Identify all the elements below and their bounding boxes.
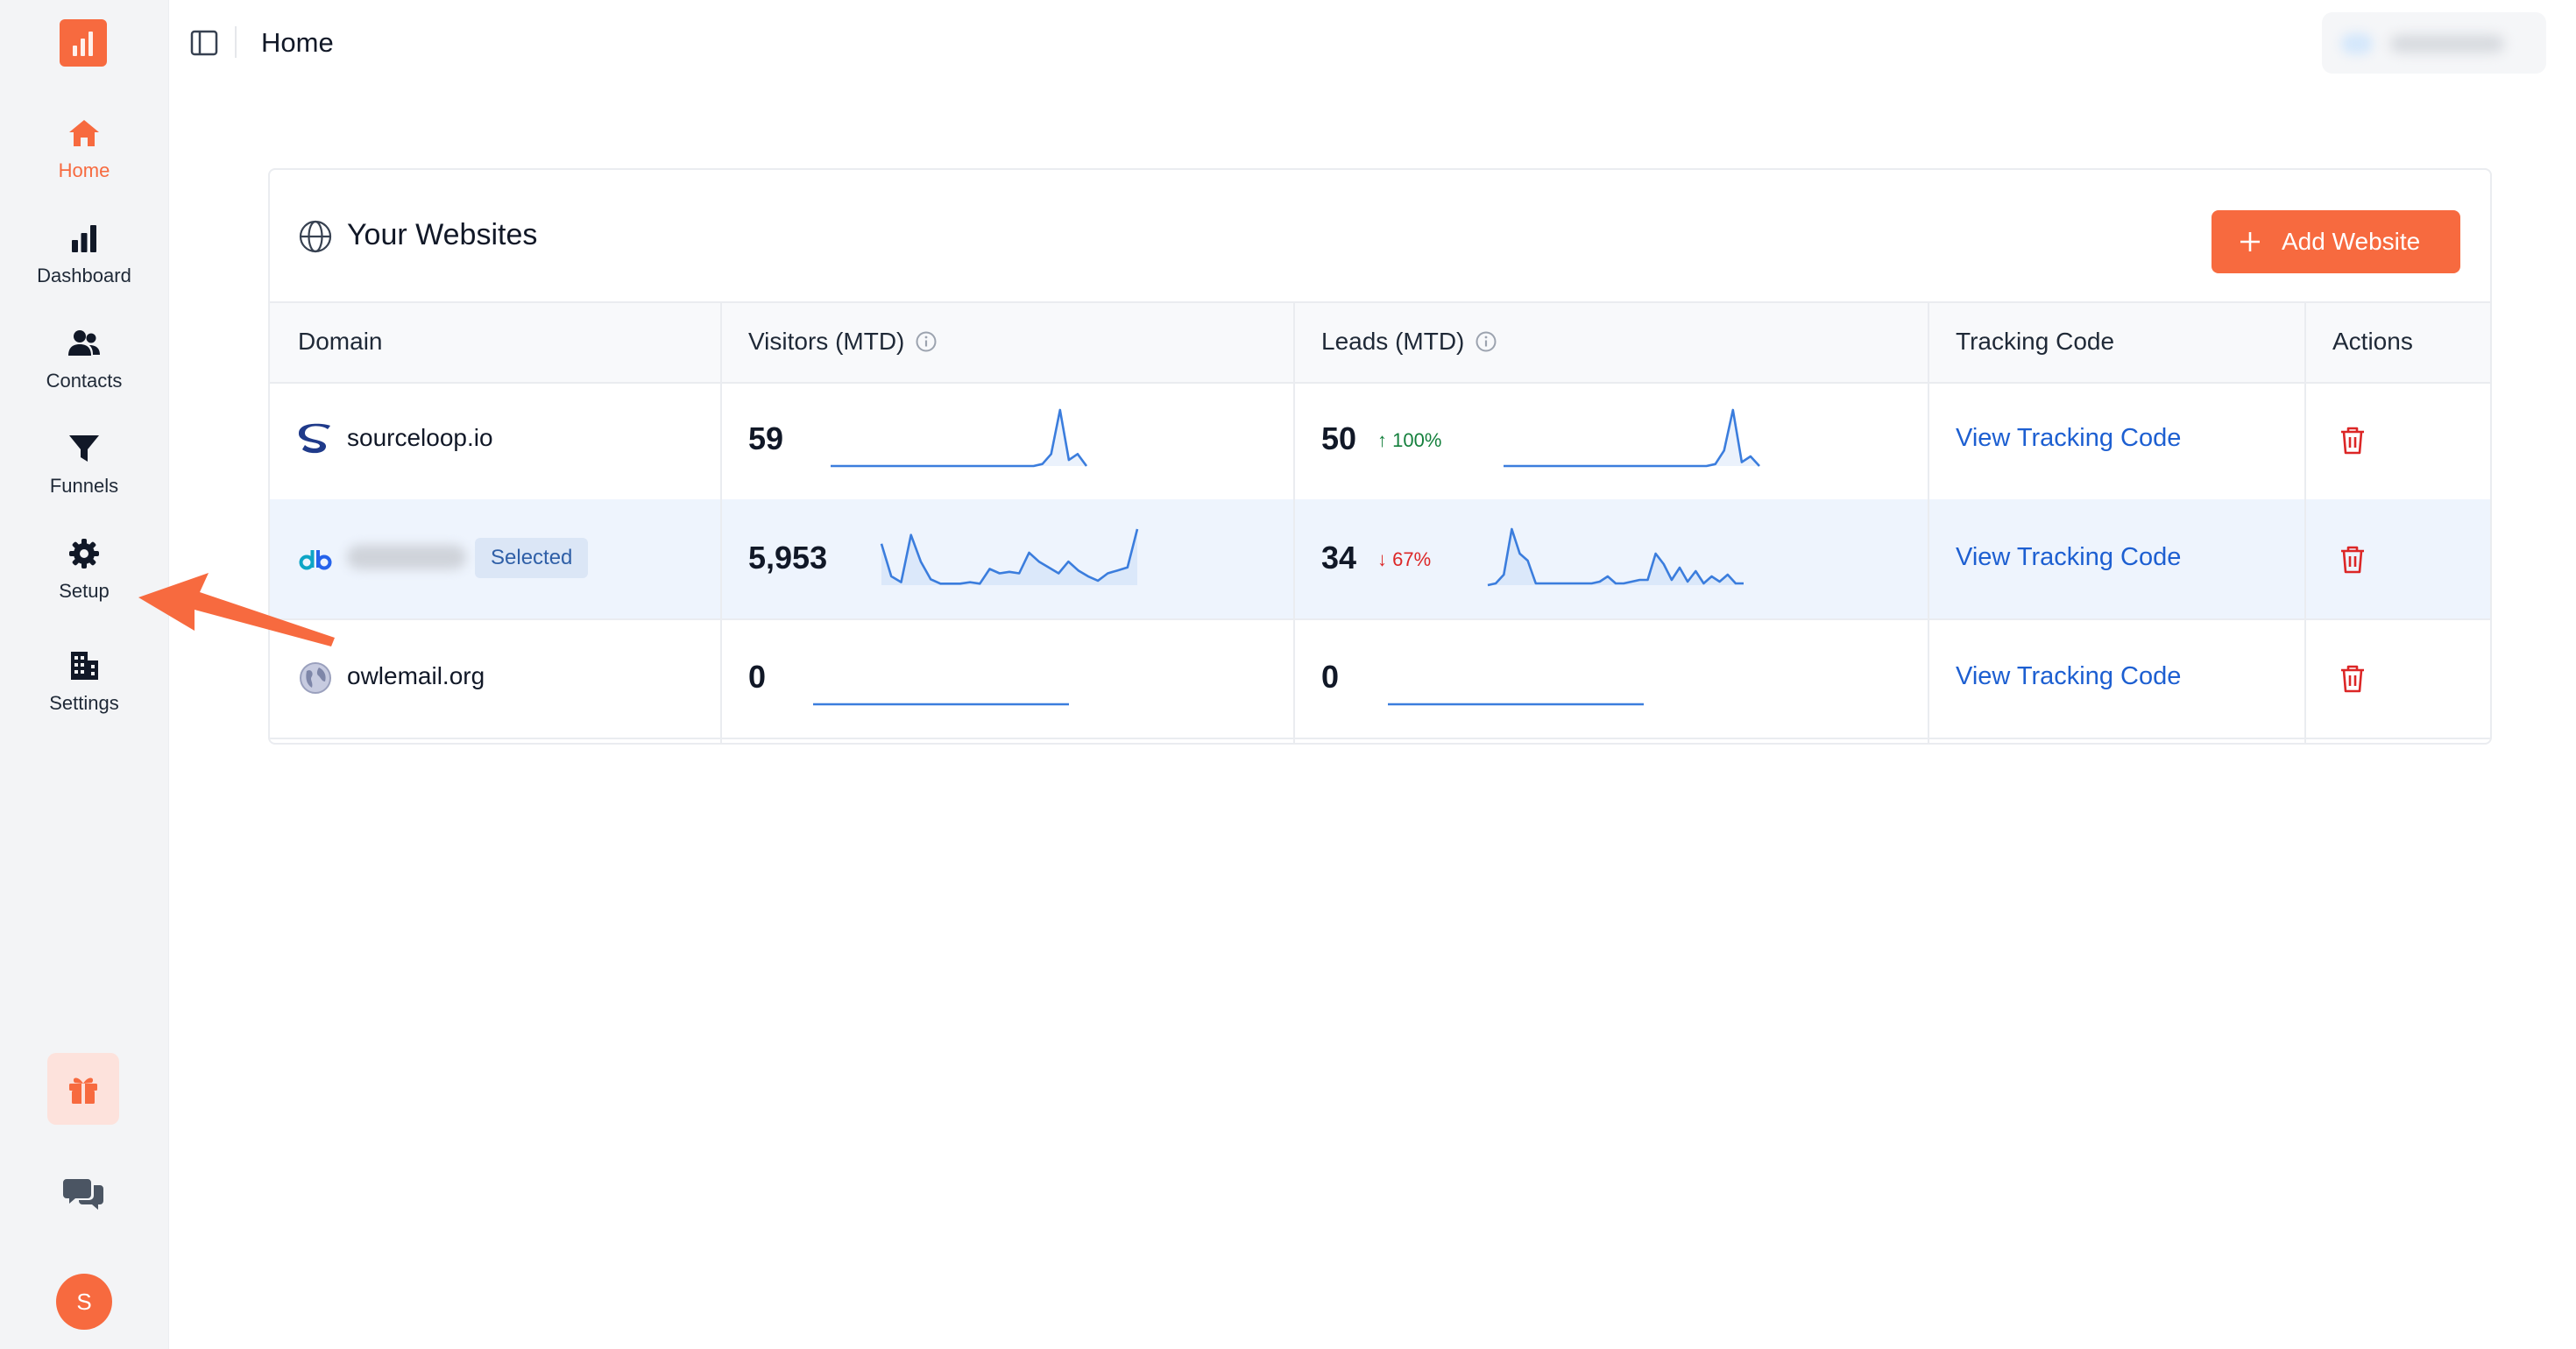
plus-icon	[2240, 232, 2260, 251]
leads-count: 50	[1321, 420, 1357, 456]
arrow-down-icon: ↓	[1377, 548, 1387, 570]
globe-logo-icon	[300, 662, 331, 694]
funnel-icon	[67, 431, 102, 466]
view-tracking-code-link[interactable]: View Tracking Code	[1956, 660, 2181, 692]
view-tracking-code-link[interactable]: View Tracking Code	[1956, 422, 2181, 454]
pointer-arrow-icon	[138, 573, 335, 646]
page-title: Home	[261, 27, 334, 58]
chat-button[interactable]	[63, 1174, 103, 1212]
info-icon[interactable]	[1475, 330, 1497, 353]
gift-icon	[69, 1077, 97, 1104]
sidebar-item-label: Contacts	[46, 370, 123, 392]
sidebar-item-funnels[interactable]: Funnels	[0, 431, 168, 519]
arrow-up-icon: ↑	[1377, 429, 1387, 451]
bar-chart-icon	[67, 221, 102, 256]
user-menu[interactable]	[2322, 12, 2546, 74]
users-icon	[67, 326, 102, 361]
trash-icon[interactable]	[2339, 664, 2366, 694]
bar-chart-logo-icon[interactable]	[60, 19, 107, 67]
selected-badge: Selected	[475, 538, 589, 578]
table-row[interactable]: sourceloop.io 59 50 ↑ 100% View Tracking…	[270, 380, 2490, 501]
sidebar: Home Dashboard Contacts Funnels Setup Se…	[0, 0, 169, 1349]
sparkline-area	[1488, 529, 1744, 585]
gear-icon	[67, 536, 102, 571]
trash-icon[interactable]	[2339, 545, 2366, 575]
domain-name-redacted	[347, 545, 466, 569]
trash-icon[interactable]	[2339, 426, 2366, 456]
sidebar-item-dashboard[interactable]: Dashboard	[0, 221, 168, 308]
visitors-count: 0	[748, 659, 767, 695]
visitors-count: 5,953	[748, 540, 828, 576]
leads-count: 0	[1321, 659, 1340, 695]
leads-delta: ↑ 100%	[1377, 429, 1442, 451]
websites-card: Your Websites Add Website Domain Visitor…	[268, 168, 2492, 745]
sourceloop-s-logo-icon	[298, 423, 330, 454]
column-header-visitors: Visitors (MTD)	[748, 326, 938, 357]
visitors-sparkline	[831, 408, 1088, 468]
websites-title: Your Websites	[347, 218, 538, 251]
domain-name: sourceloop.io	[347, 424, 493, 451]
add-website-button[interactable]: Add Website	[2212, 210, 2460, 273]
visitors-count: 59	[748, 420, 784, 456]
column-header-tracking-code: Tracking Code	[1956, 328, 2115, 355]
column-header-actions: Actions	[2332, 328, 2413, 355]
sidebar-item-label: Home	[58, 159, 110, 181]
table-row[interactable]: Selected 5,953 34 ↓ 67% View Tracking Co…	[270, 499, 2490, 620]
column-header-leads: Leads (MTD)	[1321, 326, 1497, 357]
leads-sparkline	[1504, 408, 1760, 468]
sparkline-line	[831, 408, 1088, 468]
chat-bubbles-icon	[63, 1179, 103, 1210]
sparkline-area	[1504, 410, 1759, 466]
header-divider	[235, 26, 237, 58]
sidebar-toggle-button[interactable]	[189, 28, 219, 58]
column-header-domain: Domain	[298, 328, 383, 355]
sidebar-item-label: Dashboard	[37, 265, 131, 286]
gift-button[interactable]	[47, 1053, 119, 1125]
add-website-label: Add Website	[2282, 228, 2421, 255]
leads-delta: ↓ 67%	[1377, 548, 1432, 570]
websites-card-header: Your Websites Add Website	[270, 170, 2490, 301]
domain-name: owlemail.org	[347, 662, 485, 689]
visitors-sparkline	[880, 528, 1139, 585]
visitors-sparkline	[813, 703, 1069, 706]
sidebar-item-settings[interactable]: Settings	[0, 648, 168, 736]
building-icon	[67, 648, 102, 683]
leads-count: 34	[1321, 540, 1357, 576]
table-row[interactable]: owlemail.org 0 0 View Tracking Code	[270, 618, 2490, 739]
home-icon	[67, 116, 102, 151]
info-icon[interactable]	[915, 330, 938, 353]
view-tracking-code-link[interactable]: View Tracking Code	[1956, 541, 2181, 573]
leads-sparkline	[1388, 703, 1644, 706]
sidebar-item-contacts[interactable]: Contacts	[0, 326, 168, 413]
globe-icon	[299, 220, 332, 253]
avatar[interactable]: S	[56, 1274, 112, 1330]
sidebar-toggle-icon	[190, 30, 218, 56]
leads-sparkline	[1487, 527, 1744, 587]
sidebar-item-label: Funnels	[49, 475, 119, 497]
table-header: Domain Visitors (MTD) Leads (MTD) Tracki…	[270, 301, 2490, 384]
sidebar-item-home[interactable]: Home	[0, 116, 168, 203]
sidebar-item-label: Settings	[49, 692, 119, 714]
